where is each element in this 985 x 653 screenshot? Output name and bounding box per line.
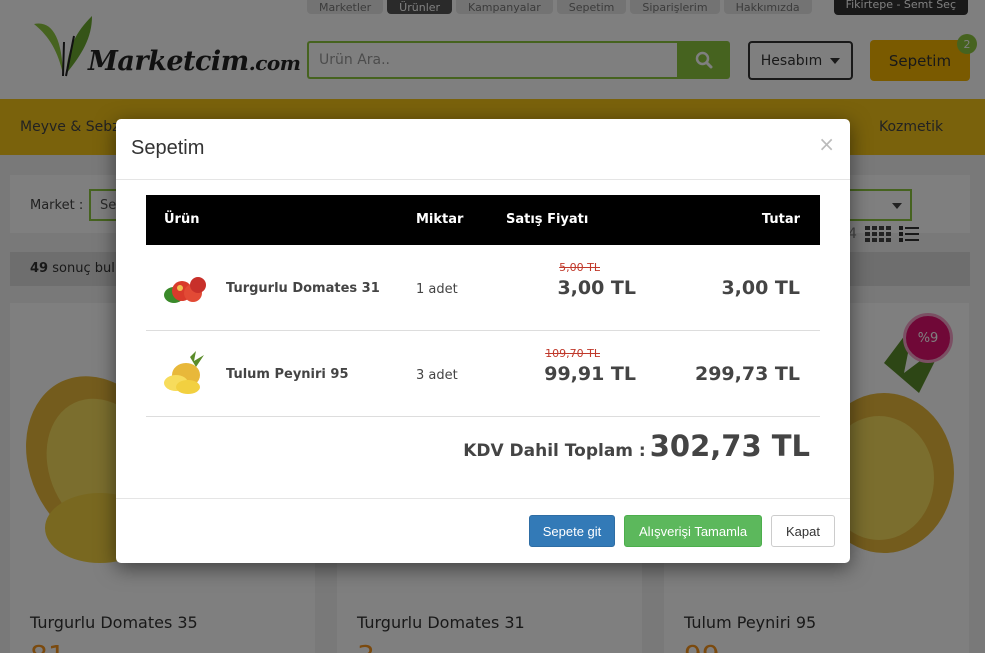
modal-header: Sepetim ×	[116, 119, 850, 180]
pineapple-image	[164, 351, 204, 394]
close-icon[interactable]: ×	[818, 132, 835, 156]
item-old-price: 5,00 TL	[559, 261, 600, 274]
item-old-price: 109,70 TL	[545, 347, 600, 360]
col-product: Ürün	[164, 212, 200, 227]
grand-total-label: KDV Dahil Toplam :	[463, 441, 646, 461]
col-price: Satış Fiyatı	[506, 212, 589, 227]
cart-table: Ürün Miktar Satış Fiyatı Tutar Turgurlu …	[146, 195, 820, 417]
modal-title: Sepetim	[131, 137, 205, 159]
item-price: 3,00 TL	[557, 277, 636, 299]
modal-footer: Sepete git Alışverişi Tamamla Kapat	[116, 498, 850, 563]
col-qty: Miktar	[416, 212, 464, 227]
item-qty: 3 adet	[416, 368, 458, 383]
item-qty: 1 adet	[416, 282, 458, 297]
item-price: 99,91 TL	[544, 363, 636, 385]
item-total: 299,73 TL	[694, 363, 800, 385]
grand-total-value: 302,73 TL	[649, 429, 810, 463]
table-header: Ürün Miktar Satış Fiyatı Tutar	[146, 195, 820, 245]
cart-modal: Sepetim × Ürün Miktar Satış Fiyatı Tutar…	[116, 119, 850, 563]
close-button[interactable]: Kapat	[771, 515, 835, 547]
item-name[interactable]: Tulum Peyniri 95	[226, 367, 349, 382]
checkout-button[interactable]: Alışverişi Tamamla	[624, 515, 762, 547]
item-name[interactable]: Turgurlu Domates 31	[226, 281, 380, 296]
table-row: Turgurlu Domates 31 1 adet 5,00 TL 3,00 …	[146, 245, 820, 331]
go-to-cart-button[interactable]: Sepete git	[529, 515, 615, 547]
tomato-image	[164, 277, 206, 303]
col-total: Tutar	[761, 212, 800, 227]
item-total: 3,00 TL	[721, 277, 800, 299]
table-row: Tulum Peyniri 95 3 adet 109,70 TL 99,91 …	[146, 331, 820, 417]
grand-total: KDV Dahil Toplam : 302,73 TL	[463, 429, 810, 463]
